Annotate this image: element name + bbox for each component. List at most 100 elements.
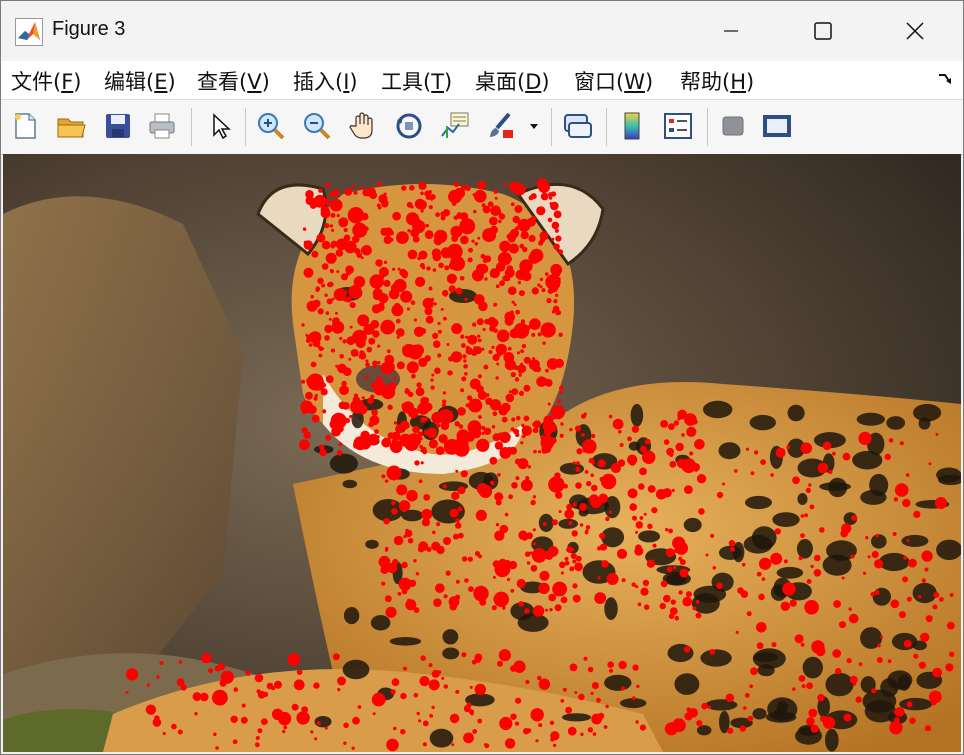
- menu-view[interactable]: 查看(V): [197, 66, 270, 96]
- feature-marker: [331, 297, 335, 301]
- save-button[interactable]: [100, 108, 136, 144]
- brush-button[interactable]: [483, 108, 519, 144]
- feature-marker: [546, 298, 552, 304]
- feature-marker: [475, 509, 487, 521]
- feature-marker: [532, 528, 536, 532]
- feature-marker: [343, 722, 349, 729]
- feature-marker: [371, 692, 386, 707]
- feature-marker: [668, 613, 675, 619]
- feature-marker: [531, 548, 547, 563]
- feature-marker: [684, 485, 693, 494]
- feature-marker: [351, 746, 355, 750]
- feature-marker: [469, 378, 481, 390]
- feature-marker: [393, 726, 397, 731]
- insert-colorbar-button[interactable]: [614, 108, 650, 144]
- feature-marker: [865, 536, 869, 540]
- feature-marker: [597, 459, 606, 468]
- dock-arrow-icon[interactable]: [937, 71, 953, 87]
- feature-marker: [420, 655, 427, 661]
- feature-marker: [582, 439, 597, 454]
- menu-desktop[interactable]: 桌面(D): [475, 66, 550, 96]
- feature-marker: [303, 240, 313, 250]
- data-cursor-button[interactable]: [437, 108, 473, 144]
- feature-marker: [407, 391, 414, 398]
- toolbar-separator: [245, 108, 246, 146]
- feature-marker: [301, 706, 309, 713]
- feature-marker: [712, 566, 717, 570]
- link-plot-button[interactable]: [559, 108, 595, 144]
- show-plot-tools-button[interactable]: [759, 108, 795, 144]
- feature-marker: [425, 223, 429, 228]
- link-plot-icon: [564, 114, 592, 138]
- zoom-in-button[interactable]: [253, 108, 289, 144]
- feature-marker: [472, 322, 477, 327]
- feature-marker: [303, 267, 314, 278]
- feature-marker: [352, 716, 360, 725]
- feature-marker: [508, 560, 518, 570]
- feature-marker: [949, 593, 954, 597]
- feature-marker: [668, 528, 673, 534]
- feature-marker: [507, 234, 516, 243]
- feature-marker: [817, 462, 829, 474]
- feature-marker: [511, 417, 516, 422]
- feature-marker: [555, 235, 562, 242]
- feature-marker: [254, 673, 264, 683]
- menu-insert[interactable]: 插入(I): [293, 66, 358, 96]
- feature-marker: [348, 285, 362, 299]
- hide-plot-tools-button[interactable]: [715, 108, 751, 144]
- feature-marker: [314, 339, 319, 343]
- feature-marker: [369, 415, 380, 426]
- feature-marker: [632, 515, 637, 521]
- feature-marker: [590, 691, 594, 696]
- menu-help[interactable]: 帮助(H): [680, 66, 754, 96]
- insert-legend-button[interactable]: [660, 108, 696, 144]
- feature-marker: [152, 718, 162, 727]
- feature-marker: [337, 676, 346, 686]
- zoom-out-button[interactable]: [299, 108, 335, 144]
- print-button[interactable]: [144, 108, 180, 144]
- feature-marker: [497, 494, 504, 500]
- rotate-3d-button[interactable]: [391, 108, 427, 144]
- feature-marker: [695, 612, 702, 619]
- feature-marker: [208, 668, 214, 674]
- feature-marker: [618, 660, 627, 670]
- feature-marker: [861, 439, 865, 443]
- close-icon: [906, 22, 924, 40]
- menu-edit[interactable]: 编辑(E): [104, 66, 176, 96]
- feature-marker: [839, 621, 846, 629]
- menu-window[interactable]: 窗口(W): [574, 66, 653, 96]
- menu-file[interactable]: 文件(F): [11, 66, 82, 96]
- feature-marker: [454, 421, 460, 427]
- menu-tools[interactable]: 工具(T): [381, 66, 452, 96]
- pan-button[interactable]: [345, 108, 381, 144]
- feature-marker: [230, 715, 238, 723]
- feature-marker: [526, 532, 533, 540]
- toolbar-separator: [606, 108, 607, 146]
- rosette-spot: [561, 713, 592, 722]
- brush-dropdown-button[interactable]: [525, 108, 543, 144]
- feature-marker: [287, 653, 301, 666]
- feature-marker: [455, 287, 463, 295]
- feature-marker: [337, 688, 341, 692]
- feature-marker: [344, 290, 348, 294]
- open-button[interactable]: [53, 108, 89, 144]
- feature-marker: [419, 444, 423, 449]
- feature-marker: [401, 588, 408, 595]
- feature-marker: [418, 250, 428, 260]
- feature-marker: [422, 720, 429, 727]
- feature-marker: [906, 539, 910, 542]
- maximize-button[interactable]: [777, 1, 869, 61]
- feature-marker: [684, 646, 691, 653]
- feature-marker: [572, 559, 577, 564]
- minimize-button[interactable]: [685, 1, 777, 61]
- close-button[interactable]: [869, 1, 961, 61]
- feature-marker: [380, 319, 396, 335]
- feature-marker: [402, 343, 416, 358]
- rosette-spot: [517, 613, 549, 632]
- figure-axes-image[interactable]: [3, 154, 961, 752]
- feature-marker: [520, 231, 529, 240]
- maximize-icon: [814, 22, 832, 40]
- new-figure-button[interactable]: [7, 108, 43, 144]
- feature-marker: [574, 562, 583, 572]
- edit-plot-button[interactable]: [201, 108, 237, 144]
